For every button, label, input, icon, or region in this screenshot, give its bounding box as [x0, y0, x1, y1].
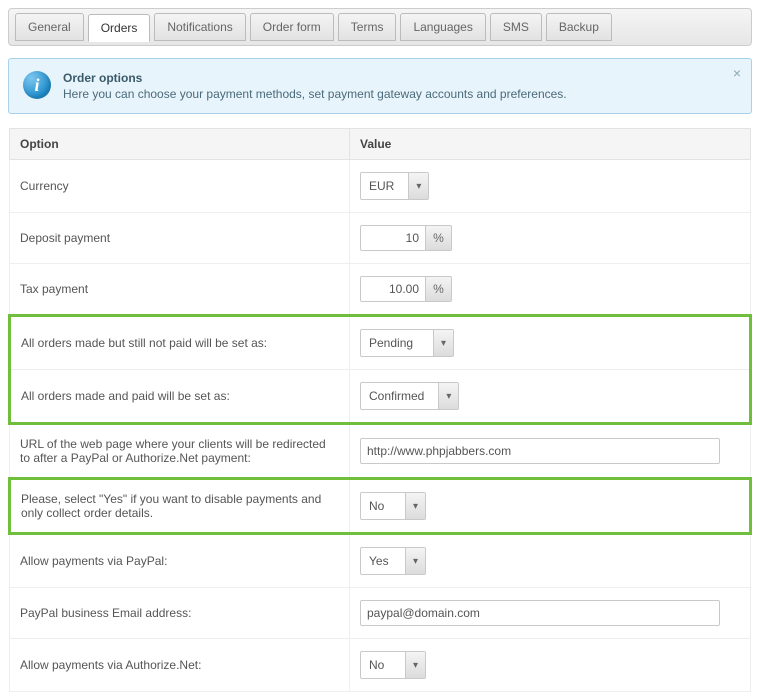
allow-authorize-select[interactable]: No ▾ — [360, 651, 426, 679]
status-paid-select[interactable]: Confirmed ▾ — [360, 382, 459, 410]
label-currency: Currency — [10, 160, 350, 213]
col-option: Option — [10, 129, 350, 160]
redirect-url-input[interactable] — [360, 438, 720, 464]
label-allow-authorize: Allow payments via Authorize.Net: — [10, 639, 350, 692]
row-redirect-url: URL of the web page where your clients w… — [10, 424, 751, 479]
tab-general[interactable]: General — [15, 13, 84, 41]
label-paypal-email: PayPal business Email address: — [10, 588, 350, 639]
row-allow-authorize: Allow payments via Authorize.Net: No ▾ — [10, 639, 751, 692]
col-value: Value — [350, 129, 751, 160]
settings-tabbar: General Orders Notifications Order form … — [8, 8, 752, 46]
tab-orders[interactable]: Orders — [88, 14, 151, 42]
label-status-paid: All orders made and paid will be set as: — [10, 370, 350, 424]
row-disable-payments: Please, select "Yes" if you want to disa… — [10, 479, 751, 534]
row-tax: Tax payment % — [10, 264, 751, 316]
chevron-down-icon: ▾ — [438, 383, 458, 409]
row-currency: Currency EUR ▾ — [10, 160, 751, 213]
options-table: Option Value Currency EUR ▾ Deposit paym… — [8, 128, 752, 692]
disable-payments-select[interactable]: No ▾ — [360, 492, 426, 520]
label-deposit: Deposit payment — [10, 213, 350, 264]
deposit-input[interactable] — [360, 225, 426, 251]
percent-suffix: % — [426, 276, 452, 302]
tab-languages[interactable]: Languages — [400, 13, 485, 41]
row-status-paid: All orders made and paid will be set as:… — [10, 370, 751, 424]
currency-select[interactable]: EUR ▾ — [360, 172, 429, 200]
info-body: Here you can choose your payment methods… — [63, 87, 567, 101]
info-panel: i Order options Here you can choose your… — [8, 58, 752, 114]
status-unpaid-select[interactable]: Pending ▾ — [360, 329, 454, 357]
chevron-down-icon: ▾ — [433, 330, 453, 356]
close-icon[interactable]: × — [733, 65, 741, 81]
label-allow-paypal: Allow payments via PayPal: — [10, 534, 350, 588]
chevron-down-icon: ▾ — [408, 173, 428, 199]
chevron-down-icon: ▾ — [405, 652, 425, 678]
tab-notifications[interactable]: Notifications — [154, 13, 245, 41]
chevron-down-icon: ▾ — [405, 548, 425, 574]
row-allow-paypal: Allow payments via PayPal: Yes ▾ — [10, 534, 751, 588]
row-paypal-email: PayPal business Email address: — [10, 588, 751, 639]
label-status-unpaid: All orders made but still not paid will … — [10, 316, 350, 370]
label-disable-payments: Please, select "Yes" if you want to disa… — [10, 479, 350, 534]
chevron-down-icon: ▾ — [405, 493, 425, 519]
tab-backup[interactable]: Backup — [546, 13, 612, 41]
label-tax: Tax payment — [10, 264, 350, 316]
row-deposit: Deposit payment % — [10, 213, 751, 264]
info-icon: i — [23, 71, 51, 99]
row-status-unpaid: All orders made but still not paid will … — [10, 316, 751, 370]
label-redirect-url: URL of the web page where your clients w… — [10, 424, 350, 479]
tax-input[interactable] — [360, 276, 426, 302]
percent-suffix: % — [426, 225, 452, 251]
tab-order-form[interactable]: Order form — [250, 13, 334, 41]
paypal-email-input[interactable] — [360, 600, 720, 626]
allow-paypal-select[interactable]: Yes ▾ — [360, 547, 426, 575]
tab-terms[interactable]: Terms — [338, 13, 397, 41]
info-title: Order options — [63, 71, 567, 85]
tab-sms[interactable]: SMS — [490, 13, 542, 41]
